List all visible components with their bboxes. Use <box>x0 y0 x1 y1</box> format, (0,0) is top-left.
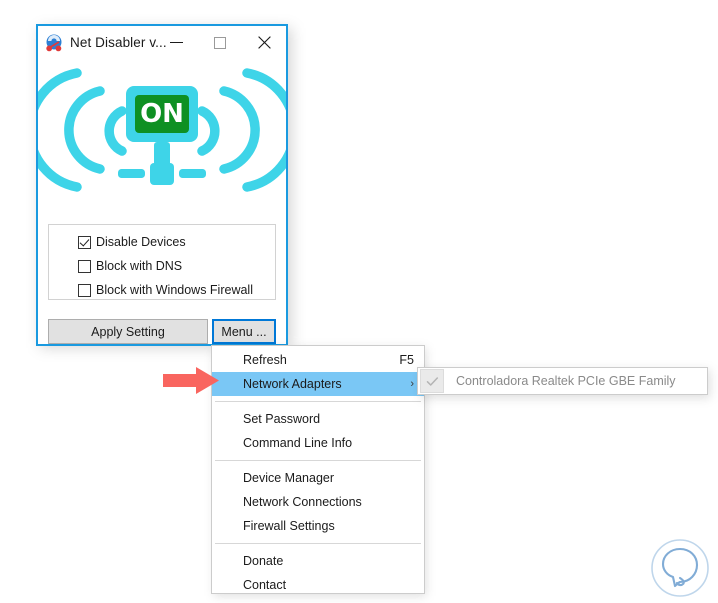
menu-item-label: Device Manager <box>243 471 335 485</box>
window-title: Net Disabler v... <box>70 34 167 50</box>
menu-item-label: Contact <box>243 578 287 592</box>
net-disabler-window: Net Disabler v... ON Disable Devices Blo… <box>36 24 288 346</box>
window-controls <box>154 26 286 59</box>
checkmark-icon <box>426 376 438 386</box>
menu-item-label: Donate <box>243 554 284 568</box>
close-button[interactable] <box>242 26 286 59</box>
checkbox-block-with-dns[interactable] <box>78 259 91 273</box>
menu-item-label: Firewall Settings <box>243 519 335 533</box>
menu-item-homepage[interactable]: HomePage <box>212 597 424 603</box>
minimize-button[interactable] <box>154 26 198 59</box>
menu-separator <box>215 401 421 402</box>
wifi-signal-icon: ON <box>38 68 286 192</box>
menu-item-refresh[interactable]: Refresh F5 <box>212 348 424 372</box>
checkbox-block-with-windows-firewall[interactable] <box>78 283 91 297</box>
menu-item-network-connections[interactable]: Network Connections <box>212 490 424 514</box>
menu-button[interactable]: Menu ... <box>212 319 276 344</box>
menu-item-command-line-info[interactable]: Command Line Info <box>212 431 424 455</box>
speech-bubble-logo <box>651 539 709 597</box>
menu-item-donate[interactable]: Donate <box>212 549 424 573</box>
network-adapters-submenu: Controladora Realtek PCIe GBE Family <box>417 367 708 395</box>
maximize-button[interactable] <box>198 26 242 59</box>
checkbox-label-block-with-windows-firewall: Block with Windows Firewall <box>96 282 253 297</box>
checkbox-label-block-with-dns: Block with DNS <box>96 258 183 273</box>
window-titlebar[interactable]: Net Disabler v... <box>38 26 286 59</box>
apply-setting-button[interactable]: Apply Setting <box>48 319 208 344</box>
checkbox-disable-devices[interactable] <box>78 235 91 249</box>
adapter-check-box[interactable] <box>420 369 444 393</box>
menu-item-firewall-settings[interactable]: Firewall Settings <box>212 514 424 538</box>
menu-item-label: Set Password <box>243 412 321 426</box>
status-text-on: ON <box>140 99 184 129</box>
net-disabler-icon <box>45 34 63 52</box>
menu-item-network-adapters[interactable]: Network Adapters › <box>212 372 424 396</box>
menu-item-label: Network Adapters <box>243 377 342 391</box>
menu-item-contact[interactable]: Contact <box>212 573 424 597</box>
menu-separator <box>215 543 421 544</box>
checkbox-label-disable-devices: Disable Devices <box>96 234 186 249</box>
menu-item-label: Refresh <box>243 353 287 367</box>
minimize-icon <box>169 41 183 44</box>
checkbox-row-disable-devices[interactable]: Disable Devices <box>78 234 186 250</box>
red-arrow-pointer <box>163 367 219 394</box>
menu-item-label: Network Connections <box>243 495 362 509</box>
checkbox-row-block-with-windows-firewall[interactable]: Block with Windows Firewall <box>78 282 253 298</box>
menu-item-label: Command Line Info <box>243 436 353 450</box>
menu-shortcut-refresh: F5 <box>399 353 414 367</box>
submenu-item-adapter-label[interactable]: Controladora Realtek PCIe GBE Family <box>456 374 676 388</box>
screenshot-root: Net Disabler v... ON Disable Devices Blo… <box>0 0 718 603</box>
status-graphic: ON <box>38 59 286 202</box>
maximize-icon <box>214 36 226 49</box>
options-groupbox: Disable Devices Block with DNS Block wit… <box>48 224 276 300</box>
context-menu: Refresh F5 Network Adapters › Set Passwo… <box>211 345 425 603</box>
close-icon <box>257 36 271 49</box>
chevron-right-icon: › <box>410 377 414 390</box>
checkbox-row-block-with-dns[interactable]: Block with DNS <box>78 258 182 274</box>
watermark-logo <box>650 538 710 598</box>
menu-item-device-manager[interactable]: Device Manager <box>212 466 424 490</box>
menu-item-set-password[interactable]: Set Password <box>212 407 424 431</box>
menu-separator <box>215 460 421 461</box>
